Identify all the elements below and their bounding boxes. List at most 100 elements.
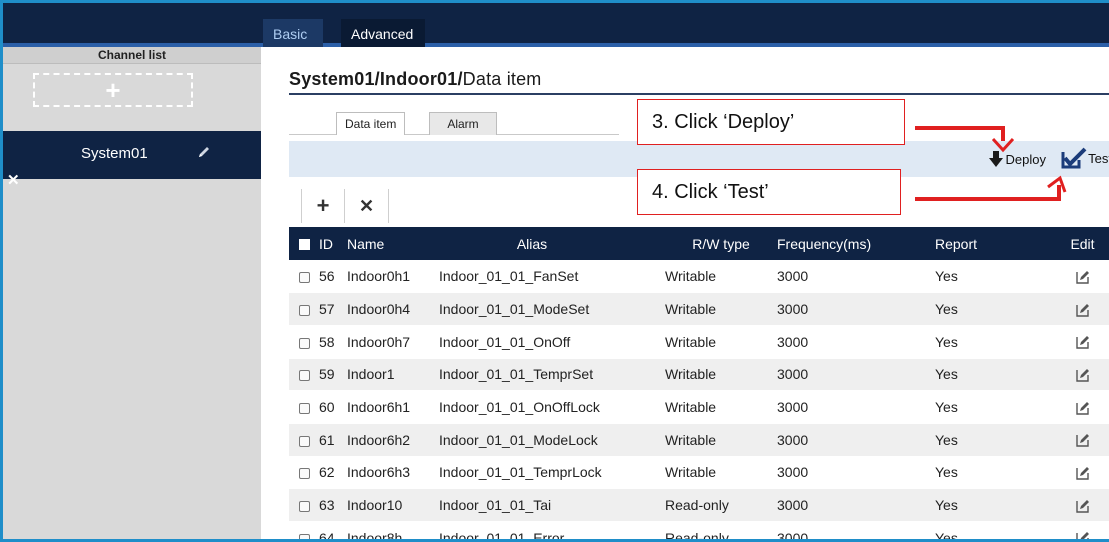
column-header-edit: Edit	[1053, 227, 1109, 260]
edit-icon[interactable]	[1075, 400, 1091, 416]
cell-alias: Indoor_01_01_Tai	[439, 488, 665, 522]
cell-alias: Indoor_01_01_Error	[439, 521, 665, 539]
cell-rw-type: Writable	[665, 292, 777, 326]
table-row[interactable]: 61 Indoor6h2 Indoor_01_01_ModeLock Writable…	[289, 423, 1109, 457]
cell-alias: Indoor_01_01_OnOff	[439, 325, 665, 359]
cell-rw-type: Writable	[665, 260, 777, 294]
cell-report: Yes	[935, 325, 1053, 359]
row-checkbox-cell	[289, 260, 319, 294]
edit-icon[interactable]	[1075, 367, 1091, 383]
sidebar-item-system01[interactable]: System01 ✕	[3, 131, 261, 189]
cell-frequency: 3000	[777, 521, 935, 539]
row-checkbox-cell	[289, 488, 319, 522]
checkmark-icon	[1061, 147, 1087, 169]
cell-report: Yes	[935, 390, 1053, 424]
title-divider	[289, 93, 1109, 95]
cell-frequency: 3000	[777, 390, 935, 424]
row-checkbox[interactable]	[299, 500, 310, 512]
edit-icon[interactable]	[1075, 269, 1091, 285]
row-checkbox[interactable]	[299, 271, 310, 283]
cell-alias: Indoor_01_01_ModeSet	[439, 292, 665, 326]
cell-name: Indoor0h7	[347, 325, 439, 359]
cell-frequency: 3000	[777, 358, 935, 392]
cell-rw-type: Writable	[665, 390, 777, 424]
cell-edit	[1053, 390, 1109, 424]
table-row[interactable]: 62 Indoor6h3 Indoor_01_01_TemprLock Writabl…	[289, 456, 1109, 490]
edit-icon[interactable]	[1075, 302, 1091, 318]
column-header-id[interactable]: ID	[319, 227, 347, 260]
row-checkbox-cell	[289, 390, 319, 424]
page-title: System01/Indoor01/Data item	[289, 69, 542, 90]
column-header-frequency[interactable]: Frequency(ms)	[777, 227, 935, 260]
row-checkbox-cell	[289, 423, 319, 457]
cell-report: Yes	[935, 456, 1053, 490]
cell-frequency: 3000	[777, 456, 935, 490]
sub-tab-bar: Data item Alarm	[289, 105, 619, 135]
pencil-icon[interactable]	[195, 143, 213, 161]
select-all-checkbox[interactable]	[299, 239, 310, 251]
row-checkbox[interactable]	[299, 533, 310, 539]
tab-alarm[interactable]: Alarm	[429, 112, 497, 135]
cell-edit	[1053, 456, 1109, 490]
cell-edit	[1053, 488, 1109, 522]
table-row[interactable]: 63 Indoor10 Indoor_01_01_Tai Read-only 3000 Y…	[289, 488, 1109, 522]
edit-icon[interactable]	[1075, 465, 1091, 481]
breadcrumb-current: Data item	[462, 69, 542, 89]
cell-report: Yes	[935, 292, 1053, 326]
deploy-button[interactable]: Deploy	[988, 151, 1046, 167]
cell-rw-type: Read-only	[665, 488, 777, 522]
row-checkbox[interactable]	[299, 304, 310, 316]
tab-basic[interactable]: Basic	[263, 19, 323, 47]
row-checkbox-cell	[289, 292, 319, 326]
table-row[interactable]: 64 Indoor8h Indoor_01_01_Error Read-only 300…	[289, 521, 1109, 542]
add-row-button[interactable]: +	[301, 189, 345, 223]
cell-id: 58	[319, 325, 347, 359]
row-checkbox[interactable]	[299, 435, 310, 447]
cell-id: 64	[319, 521, 347, 539]
column-header-name[interactable]: Name	[347, 227, 439, 260]
cell-name: Indoor0h1	[347, 260, 439, 294]
test-button[interactable]: Test	[1061, 147, 1109, 169]
row-checkbox-cell	[289, 456, 319, 490]
add-channel-button[interactable]: +	[33, 73, 193, 107]
edit-icon[interactable]	[1075, 334, 1091, 350]
close-icon[interactable]: ✕	[7, 171, 20, 189]
cell-alias: Indoor_01_01_TemprLock	[439, 456, 665, 490]
edit-icon[interactable]	[1075, 432, 1091, 448]
annotation-deploy: 3. Click ‘Deploy’	[637, 99, 905, 145]
cell-report: Yes	[935, 423, 1053, 457]
deploy-label: Deploy	[1005, 151, 1046, 167]
cell-frequency: 3000	[777, 325, 935, 359]
row-checkbox[interactable]	[299, 370, 310, 382]
cell-frequency: 3000	[777, 423, 935, 457]
cell-id: 56	[319, 260, 347, 294]
edit-icon[interactable]	[1075, 530, 1091, 542]
row-checkbox[interactable]	[299, 402, 310, 414]
table-row[interactable]: 58 Indoor0h7 Indoor_01_01_OnOff Writable 300…	[289, 325, 1109, 359]
table-row[interactable]: 60 Indoor6h1 Indoor_01_01_OnOffLock Writabl…	[289, 390, 1109, 424]
delete-row-button[interactable]: ✕	[345, 189, 389, 223]
column-header-rw-type[interactable]: R/W type	[665, 227, 777, 260]
cell-alias: Indoor_01_01_ModeLock	[439, 423, 665, 457]
column-header-alias[interactable]: Alias	[439, 227, 665, 260]
row-checkbox[interactable]	[299, 468, 310, 480]
cell-id: 57	[319, 292, 347, 326]
tab-advanced[interactable]: Advanced	[341, 19, 425, 47]
edit-icon[interactable]	[1075, 498, 1091, 514]
cell-name: Indoor8h	[347, 521, 439, 539]
table-row[interactable]: 57 Indoor0h4 Indoor_01_01_ModeSet Writable 3…	[289, 292, 1109, 326]
cell-id: 63	[319, 488, 347, 522]
table-body: 56 Indoor0h1 Indoor_01_01_FanSet Writable 30…	[289, 260, 1109, 542]
select-all-cell[interactable]	[289, 227, 319, 260]
table-row[interactable]: 59 Indoor1 Indoor_01_01_TemprSet Writable 30…	[289, 358, 1109, 392]
row-checkbox-cell	[289, 521, 319, 539]
cell-name: Indoor6h2	[347, 423, 439, 457]
cell-rw-type: Writable	[665, 325, 777, 359]
cell-frequency: 3000	[777, 488, 935, 522]
row-checkbox[interactable]	[299, 337, 310, 349]
tab-data-item[interactable]: Data item	[336, 112, 406, 135]
column-header-report[interactable]: Report	[935, 227, 1053, 260]
cell-alias: Indoor_01_01_FanSet	[439, 260, 665, 294]
cell-name: Indoor6h1	[347, 390, 439, 424]
table-row[interactable]: 56 Indoor0h1 Indoor_01_01_FanSet Writable 30…	[289, 260, 1109, 294]
